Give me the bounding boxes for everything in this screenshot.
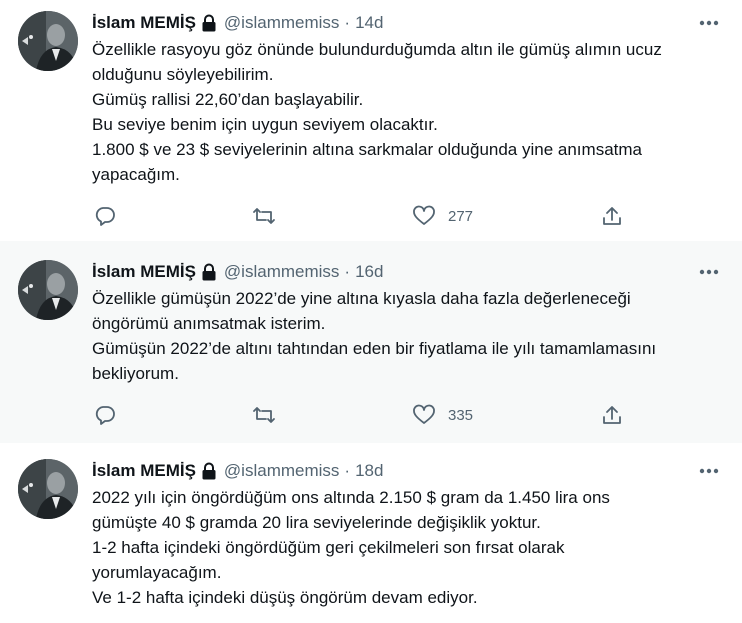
reply-icon <box>94 404 116 426</box>
tweet-time[interactable]: 14d <box>355 13 383 33</box>
author-handle[interactable]: @islammemiss <box>224 13 339 33</box>
tweet-text-line: Özellikle rasyoyu göz önünde bulundurduğ… <box>92 40 662 59</box>
tweet-text-line: yapacağım. <box>92 165 180 184</box>
heart-icon <box>412 404 436 426</box>
more-options-icon[interactable] <box>698 12 720 34</box>
like-button[interactable]: 277 <box>412 204 473 228</box>
tweet-header: İslam MEMİŞ @islammemiss · 16d <box>92 261 383 283</box>
like-count: 335 <box>448 406 474 424</box>
tweet-text: Özellikle gümüşün 2022’de yine altına kı… <box>92 286 732 386</box>
retweet-button[interactable] <box>252 403 276 427</box>
tweet-header: İslam MEMİŞ @islammemiss · 18d <box>92 460 383 482</box>
separator-dot: · <box>344 262 351 281</box>
tweet-text-line: gümüşte 40 $ gramda 20 lira seviyelerind… <box>92 513 541 532</box>
tweet[interactable]: İslam MEMİŞ @islammemiss · 14d Özellikle… <box>0 0 742 241</box>
avatar[interactable] <box>18 260 78 320</box>
share-icon <box>601 205 623 227</box>
tweet-text-line: Ve 1-2 hafta içindeki düşüş öngörüm deva… <box>92 588 478 607</box>
author-name[interactable]: İslam MEMİŞ <box>92 262 196 282</box>
retweet-icon <box>252 205 276 227</box>
tweet-text-line: 1-2 hafta içindeki öngördüğüm geri çekil… <box>92 538 565 557</box>
reply-button[interactable] <box>94 403 116 427</box>
tweet-actions: 335 <box>92 403 632 427</box>
retweet-button[interactable] <box>252 204 276 228</box>
share-icon <box>601 404 623 426</box>
tweet-time[interactable]: 18d <box>355 461 383 481</box>
share-button[interactable] <box>601 204 623 228</box>
tweet-text-line: bekliyorum. <box>92 364 179 383</box>
share-button[interactable] <box>601 403 623 427</box>
tweet-text-line: olduğunu söyleyebilirim. <box>92 65 274 84</box>
tweet-text-line: 2022 yılı için öngördüğüm ons altında 2.… <box>92 488 610 507</box>
like-button[interactable]: 335 <box>412 403 473 427</box>
tweet[interactable]: İslam MEMİŞ @islammemiss · 18d 2022 yılı… <box>0 443 742 623</box>
like-count: 277 <box>448 207 474 225</box>
tweet-text-line: Bu seviye benim için uygun seviyem olaca… <box>92 115 438 134</box>
more-options-icon[interactable] <box>698 261 720 283</box>
tweet-text: Özellikle rasyoyu göz önünde bulundurduğ… <box>92 37 732 187</box>
reply-button[interactable] <box>94 204 116 228</box>
tweet[interactable]: İslam MEMİŞ @islammemiss · 16d Özellikle… <box>0 241 742 443</box>
heart-icon <box>412 205 436 227</box>
author-name[interactable]: İslam MEMİŞ <box>92 13 196 33</box>
lock-icon <box>201 14 217 32</box>
tweet-text: 2022 yılı için öngördüğüm ons altında 2.… <box>92 485 732 610</box>
tweet-text-line: Gümüşün 2022’de altını tahtından eden bi… <box>92 339 657 358</box>
avatar[interactable] <box>18 459 78 519</box>
lock-icon <box>201 263 217 281</box>
reply-icon <box>94 205 116 227</box>
author-handle[interactable]: @islammemiss <box>224 262 339 282</box>
tweet-header: İslam MEMİŞ @islammemiss · 14d <box>92 12 383 34</box>
separator-dot: · <box>344 13 351 32</box>
separator-dot: · <box>344 461 351 480</box>
tweet-actions: 277 <box>92 204 632 228</box>
retweet-icon <box>252 404 276 426</box>
tweet-text-line: yorumlayacağım. <box>92 563 222 582</box>
tweet-text-line: 1.800 $ ve 23 $ seviyelerinin altına sar… <box>92 140 642 159</box>
author-name[interactable]: İslam MEMİŞ <box>92 461 196 481</box>
tweet-text-line: Gümüş rallisi 22,60’dan başlayabilir. <box>92 90 364 109</box>
lock-icon <box>201 462 217 480</box>
tweet-text-line: Özellikle gümüşün 2022’de yine altına kı… <box>92 289 631 308</box>
author-handle[interactable]: @islammemiss <box>224 461 339 481</box>
avatar[interactable] <box>18 11 78 71</box>
tweet-time[interactable]: 16d <box>355 262 383 282</box>
tweet-text-line: öngörümü anımsatmak isterim. <box>92 314 326 333</box>
more-options-icon[interactable] <box>698 460 720 482</box>
